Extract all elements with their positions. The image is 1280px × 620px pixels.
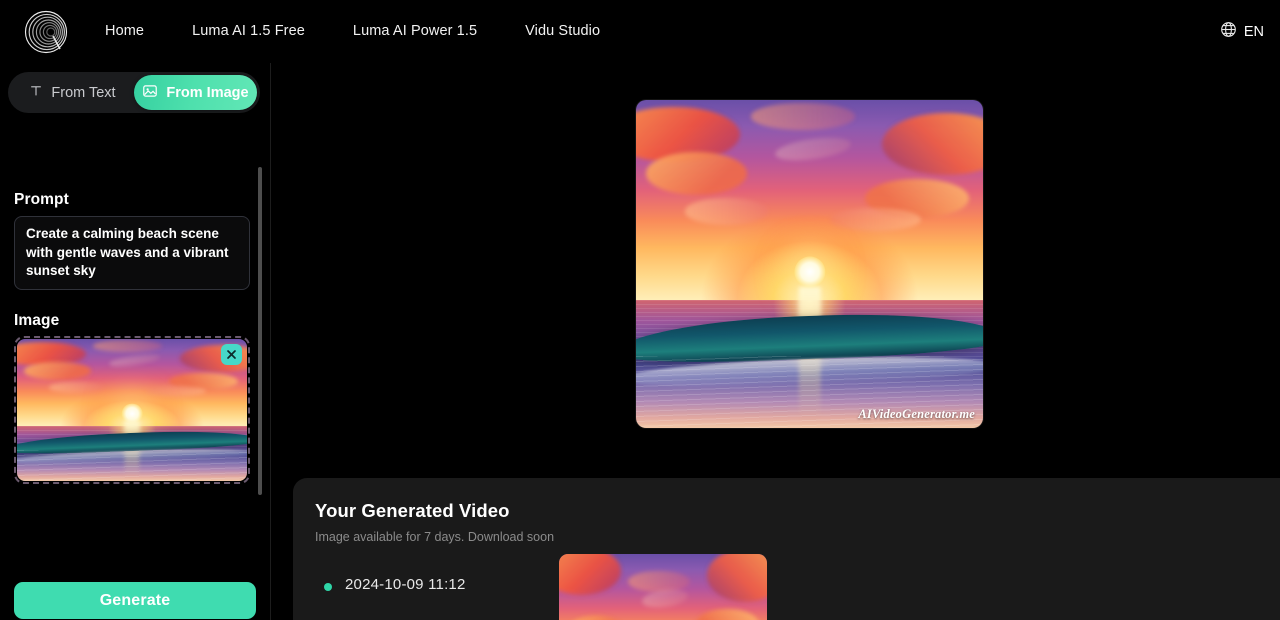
prompt-label: Prompt	[14, 191, 69, 208]
text-t-icon	[29, 84, 43, 102]
image-icon	[142, 83, 158, 103]
nav-item-luma-ai-free[interactable]: Luma AI 1.5 Free	[168, 0, 329, 63]
left-sidebar: From Text From Image Prompt Create a cal…	[0, 63, 271, 620]
main-nav: Home Luma AI 1.5 Free Luma AI Power 1.5 …	[105, 0, 624, 63]
watermark-text: AIVideoGenerator.me	[858, 407, 975, 421]
generated-image-preview[interactable]: AIVideoGenerator.me	[636, 100, 983, 428]
tab-from-image[interactable]: From Image	[134, 75, 257, 110]
mode-toggle-group: From Text From Image	[8, 72, 260, 113]
tab-from-text-label: From Text	[51, 84, 116, 101]
sunset-artwork-large	[636, 100, 983, 428]
generate-button[interactable]: Generate	[14, 582, 256, 619]
sunset-artwork-thumb	[559, 554, 767, 620]
preview-stage: AIVideoGenerator.me	[271, 63, 1280, 478]
image-upload-preview[interactable]	[14, 336, 250, 484]
status-dot-icon	[324, 583, 332, 591]
generated-video-panel: Your Generated Video Image available for…	[293, 478, 1280, 620]
nav-item-luma-ai-power[interactable]: Luma AI Power 1.5	[329, 0, 501, 63]
app-root: Home Luma AI 1.5 Free Luma AI Power 1.5 …	[0, 0, 1280, 620]
uploaded-image-thumbnail	[17, 339, 247, 481]
panel-subtitle: Image available for 7 days. Download soo…	[315, 530, 555, 544]
language-label: EN	[1243, 23, 1264, 40]
image-label: Image	[14, 312, 60, 329]
sunset-artwork-small	[17, 339, 247, 481]
nav-item-vidu-studio[interactable]: Vidu Studio	[501, 0, 624, 63]
result-thumbnail[interactable]	[559, 554, 767, 620]
tab-from-text[interactable]: From Text	[11, 75, 134, 110]
spiral-circle-logo[interactable]	[22, 8, 70, 56]
top-header: Home Luma AI 1.5 Free Luma AI Power 1.5 …	[0, 0, 1280, 63]
language-selector[interactable]: EN	[1220, 0, 1264, 63]
result-timestamp: 2024-10-09 11:12	[345, 576, 466, 593]
result-list-item[interactable]: 2024-10-09 11:12	[315, 554, 1255, 620]
prompt-input[interactable]: Create a calming beach scene with gentle…	[14, 216, 250, 290]
tab-from-image-label: From Image	[166, 84, 249, 101]
globe-icon	[1220, 21, 1237, 43]
close-x-icon[interactable]	[221, 344, 242, 365]
sidebar-scrollbar[interactable]	[258, 167, 262, 495]
nav-item-home[interactable]: Home	[105, 0, 168, 63]
panel-title: Your Generated Video	[315, 500, 510, 521]
